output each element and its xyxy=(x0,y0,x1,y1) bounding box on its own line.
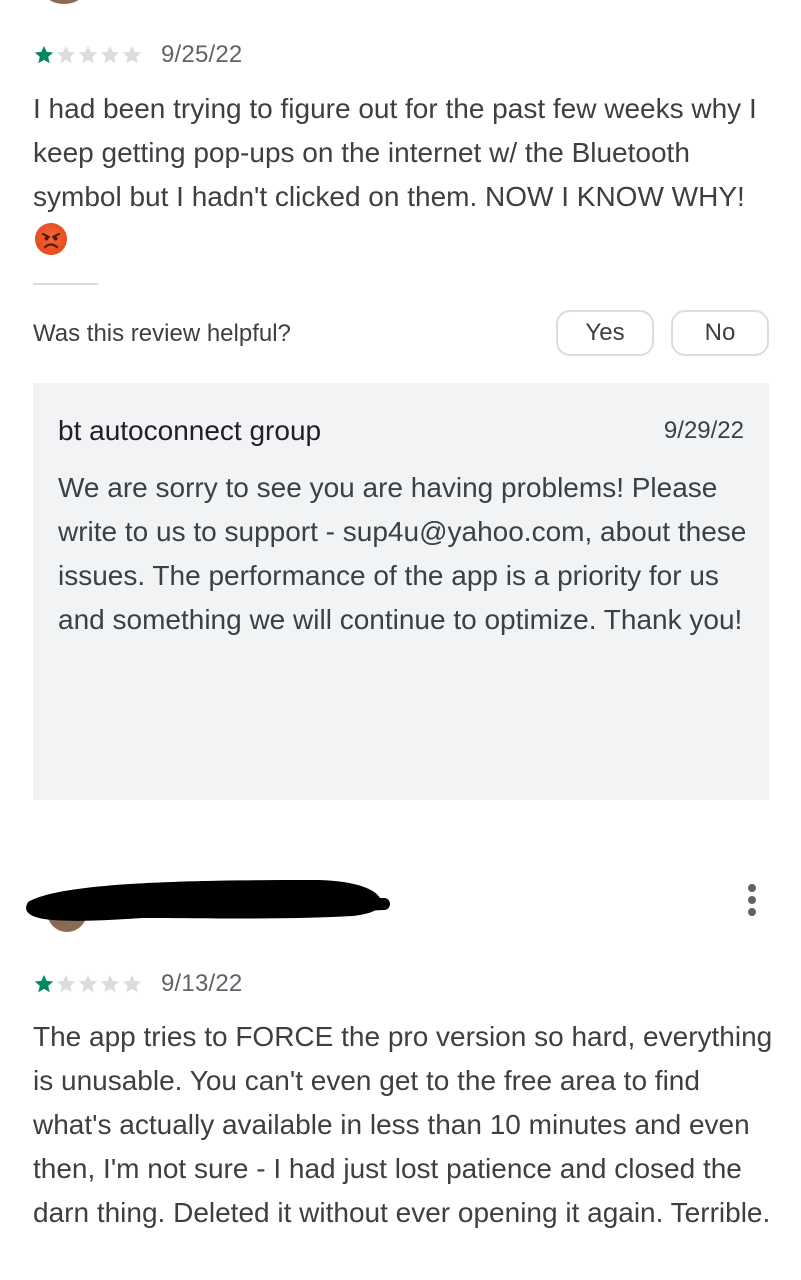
review-date: 9/13/22 xyxy=(161,970,243,997)
more-vert-icon[interactable] xyxy=(737,880,767,920)
star-empty-icon xyxy=(122,974,142,993)
star-filled-icon xyxy=(34,974,54,993)
star-rating xyxy=(33,44,143,66)
divider xyxy=(33,283,98,285)
reply-date: 9/29/22 xyxy=(663,417,744,444)
reply-text: We are sorry to see you are having probl… xyxy=(58,472,747,635)
star-filled-icon xyxy=(34,45,54,64)
star-empty-icon xyxy=(56,974,76,993)
helpful-question: Was this review helpful? xyxy=(33,320,291,347)
review-rating-row: 9/25/22 xyxy=(33,41,242,69)
star-empty-icon xyxy=(122,45,142,64)
review-text-body: I had been trying to figure out for the … xyxy=(33,93,757,212)
helpful-no-button[interactable]: No xyxy=(671,310,769,356)
helpful-yes-button[interactable]: Yes xyxy=(556,310,654,356)
angry-face-icon xyxy=(35,223,67,255)
star-empty-icon xyxy=(78,45,98,64)
review-date: 9/25/22 xyxy=(161,41,243,68)
star-empty-icon xyxy=(56,45,76,64)
star-empty-icon xyxy=(100,45,120,64)
avatar xyxy=(44,0,84,4)
star-empty-icon xyxy=(100,974,120,993)
redacted-author xyxy=(22,872,392,939)
developer-name: bt autoconnect group xyxy=(58,415,322,446)
star-rating xyxy=(33,973,143,995)
star-empty-icon xyxy=(78,974,98,993)
review-text: I had been trying to figure out for the … xyxy=(33,87,773,263)
review-text: The app tries to FORCE the pro version s… xyxy=(33,1021,773,1228)
developer-reply: bt autoconnect group 9/29/22 We are sorr… xyxy=(33,383,769,800)
review-rating-row: 9/13/22 xyxy=(33,970,242,998)
